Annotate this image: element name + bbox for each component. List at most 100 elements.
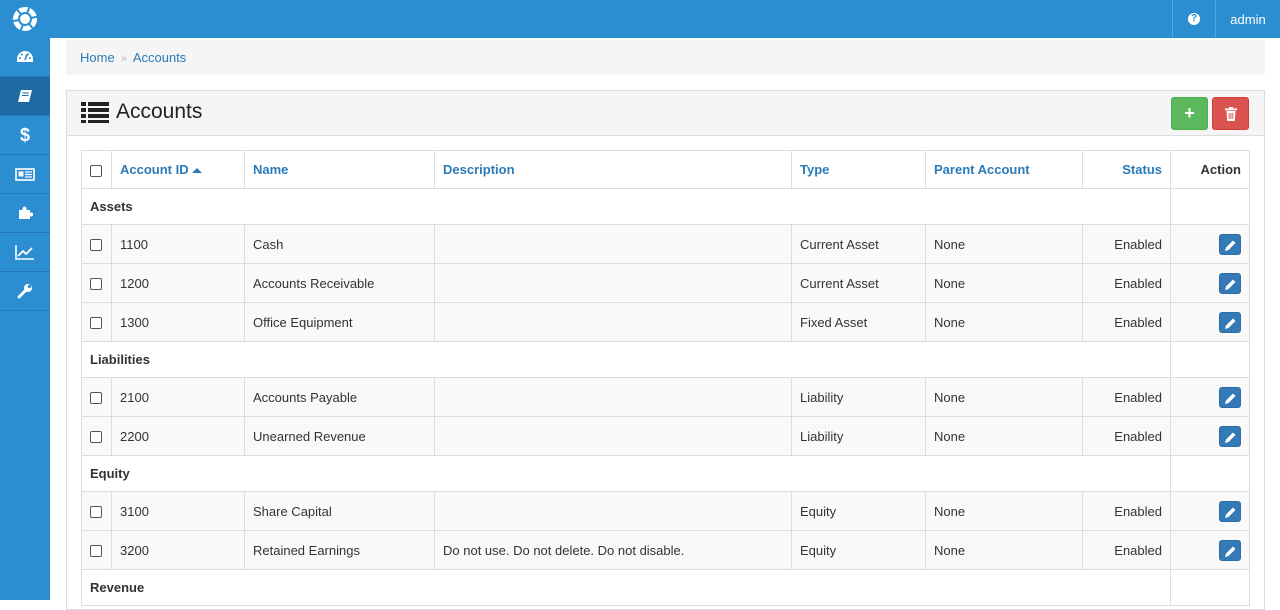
table-row: 1200 Accounts Receivable Current Asset None… [81, 263, 1250, 303]
parent-account-cell: None [925, 416, 1083, 456]
header-description[interactable]: Description [434, 150, 792, 189]
breadcrumb: Home » Accounts [66, 40, 1265, 75]
group-row: Assets [81, 188, 1250, 225]
breadcrumb-accounts[interactable]: Accounts [133, 50, 186, 65]
select-all-checkbox[interactable] [90, 164, 102, 177]
table-header-row: Account ID Name Description Type Parent … [81, 150, 1250, 189]
header-status[interactable]: Status [1082, 150, 1171, 189]
edit-button[interactable] [1219, 386, 1241, 408]
pencil-icon [1225, 393, 1236, 404]
parent-account-cell: None [925, 491, 1083, 531]
app-logo[interactable] [0, 0, 50, 38]
type-cell: Liability [791, 377, 926, 417]
parent-account-cell: None [925, 263, 1083, 303]
row-checkbox[interactable] [90, 545, 102, 558]
sidebar-item-settings[interactable] [0, 272, 50, 311]
pencil-icon [1225, 432, 1236, 443]
header-action: Action [1170, 150, 1250, 189]
name-cell: Office Equipment [244, 302, 435, 342]
dollar-icon: $ [19, 124, 30, 145]
header-account-id-label: Account ID [120, 162, 189, 177]
parent-account-cell: None [925, 302, 1083, 342]
sidebar: $ [0, 38, 50, 600]
row-select-cell [81, 377, 112, 417]
row-checkbox[interactable] [90, 506, 102, 519]
action-cell [1170, 302, 1250, 342]
trash-icon [1224, 106, 1237, 121]
panel-title-text: Accounts [116, 100, 203, 123]
table-row: 3200 Retained Earnings Do not use. Do not … [81, 530, 1250, 570]
group-action-cell [1170, 455, 1250, 492]
sidebar-item-accounts[interactable] [0, 77, 50, 116]
type-cell: Current Asset [791, 224, 926, 264]
parent-account-cell: None [925, 377, 1083, 417]
row-select-cell [81, 263, 112, 303]
accounts-panel: Accounts + Account ID Name Description T… [66, 90, 1265, 610]
puzzle-icon [19, 206, 33, 219]
account-id-cell: 1100 [111, 224, 245, 264]
description-cell [434, 263, 792, 303]
chart-line-icon [15, 245, 34, 260]
sidebar-item-extensions[interactable] [0, 194, 50, 233]
header-parent-account[interactable]: Parent Account [925, 150, 1083, 189]
parent-account-cell: None [925, 530, 1083, 570]
add-account-button[interactable]: + [1171, 97, 1208, 130]
sidebar-item-transactions[interactable]: $ [0, 116, 50, 155]
name-cell: Unearned Revenue [244, 416, 435, 456]
sidebar-item-dashboard[interactable] [0, 38, 50, 77]
pencil-icon [1225, 240, 1236, 251]
status-cell: Enabled [1082, 530, 1171, 570]
type-cell: Fixed Asset [791, 302, 926, 342]
edit-button[interactable] [1219, 500, 1241, 522]
pencil-icon [1225, 318, 1236, 329]
edit-button[interactable] [1219, 425, 1241, 447]
pencil-icon [1225, 507, 1236, 518]
row-checkbox[interactable] [90, 278, 102, 291]
book-icon [18, 90, 32, 102]
header-account-id[interactable]: Account ID [111, 150, 245, 189]
user-menu[interactable]: admin [1215, 0, 1280, 38]
table-row: 1300 Office Equipment Fixed Asset None Enabl… [81, 302, 1250, 342]
breadcrumb-home[interactable]: Home [80, 50, 115, 65]
help-button[interactable]: ? [1172, 0, 1215, 38]
edit-button[interactable] [1219, 233, 1241, 255]
select-all-cell [81, 150, 112, 189]
account-id-cell: 1300 [111, 302, 245, 342]
account-id-cell: 3100 [111, 491, 245, 531]
description-cell [434, 416, 792, 456]
row-checkbox[interactable] [90, 239, 102, 252]
group-row: Liabilities [81, 341, 1250, 378]
dashboard-icon [17, 51, 33, 62]
account-id-cell: 3200 [111, 530, 245, 570]
panel-header: Accounts + [67, 91, 1264, 136]
newspaper-icon [15, 167, 35, 181]
group-row: Equity [81, 455, 1250, 492]
group-label: Revenue [81, 569, 1171, 606]
edit-button[interactable] [1219, 311, 1241, 333]
account-id-cell: 1200 [111, 263, 245, 303]
group-label: Liabilities [81, 341, 1171, 378]
name-cell: Accounts Payable [244, 377, 435, 417]
edit-button[interactable] [1219, 272, 1241, 294]
row-checkbox[interactable] [90, 431, 102, 444]
sidebar-item-reports[interactable] [0, 155, 50, 194]
top-navbar: ? admin [0, 0, 1280, 38]
table-row: 2200 Unearned Revenue Liability None Enabled [81, 416, 1250, 456]
page-title: Accounts [81, 100, 202, 124]
header-name[interactable]: Name [244, 150, 435, 189]
row-select-cell [81, 302, 112, 342]
row-checkbox[interactable] [90, 392, 102, 405]
action-cell [1170, 263, 1250, 303]
group-action-cell [1170, 569, 1250, 606]
delete-account-button[interactable] [1212, 97, 1249, 130]
sidebar-item-charts[interactable] [0, 233, 50, 272]
status-cell: Enabled [1082, 416, 1171, 456]
status-cell: Enabled [1082, 302, 1171, 342]
breadcrumb-separator-icon: » [120, 53, 127, 65]
name-cell: Accounts Receivable [244, 263, 435, 303]
row-select-cell [81, 224, 112, 264]
row-checkbox[interactable] [90, 317, 102, 330]
table-row: 1100 Cash Current Asset None Enabled [81, 224, 1250, 264]
edit-button[interactable] [1219, 539, 1241, 561]
header-type[interactable]: Type [791, 150, 926, 189]
